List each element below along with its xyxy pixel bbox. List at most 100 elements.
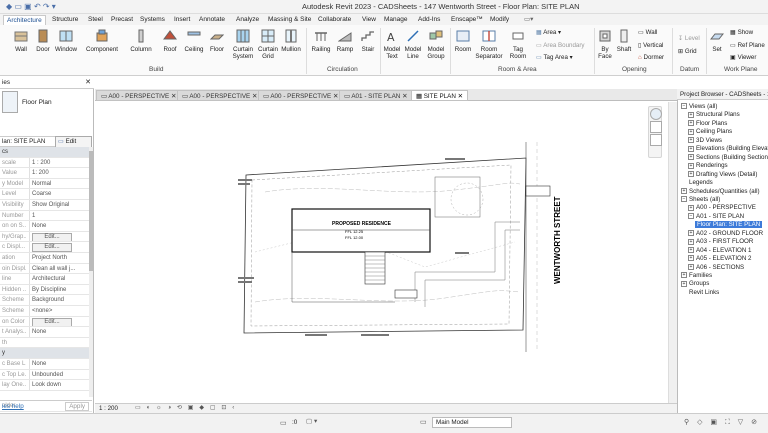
roof-button[interactable]: Roof <box>160 28 180 53</box>
model-group-button[interactable]: Model Group <box>424 28 448 60</box>
property-row[interactable]: Scheme ...Background <box>0 295 92 306</box>
tab-annotate[interactable]: Annotate <box>199 15 225 25</box>
property-value[interactable]: Edit... <box>29 316 91 327</box>
collapse-icon[interactable]: − <box>688 213 694 220</box>
property-value[interactable]: None <box>29 359 91 369</box>
browser-item[interactable]: Floor Plan: SITE PLAN <box>695 221 763 229</box>
property-value[interactable]: Architectural <box>29 274 91 284</box>
canvas-scrollbar[interactable] <box>668 102 677 403</box>
property-value[interactable]: Coarse <box>29 189 91 200</box>
component-button[interactable]: Component <box>83 28 121 53</box>
property-row[interactable]: lay One... Look down <box>0 380 92 391</box>
browser-item[interactable]: Revit Links <box>681 289 719 297</box>
expand-icon[interactable]: + <box>688 170 694 177</box>
property-row[interactable]: line Architectural <box>0 274 92 285</box>
viewer-button[interactable]: ▣ Viewer <box>730 54 756 61</box>
instance-selector-label[interactable]: lan: SITE PLAN <box>2 137 45 147</box>
expand-icon[interactable]: + <box>681 272 687 279</box>
property-row[interactable]: t Analys... None <box>0 327 92 338</box>
tab-systems[interactable]: Systems <box>140 15 165 25</box>
browser-item[interactable]: + A02 - GROUND FLOOR <box>688 230 763 238</box>
tab-a01-site-plan[interactable]: ▭ A01 - SITE PLAN ✕ <box>339 90 413 101</box>
property-value[interactable]: None <box>29 327 91 337</box>
expand-icon[interactable]: + <box>688 263 694 270</box>
expand-icon[interactable]: + <box>688 230 694 237</box>
zoom-icon[interactable] <box>650 121 662 133</box>
browser-item[interactable]: + A00 - PERSPECTIVE <box>688 204 756 212</box>
tab-a00-perspective-2[interactable]: ▭ A00 - PERSPECTIVE ✕ <box>177 90 263 101</box>
property-row[interactable]: y <box>0 348 92 359</box>
window-button[interactable]: Window <box>53 28 79 53</box>
property-row[interactable]: hy/Grap... Edit... <box>0 231 92 243</box>
ramp-button[interactable]: Ramp <box>335 28 355 53</box>
property-value[interactable]: <none> <box>29 306 91 316</box>
tag-room-button[interactable]: Tag Room <box>507 28 529 60</box>
contextual-dropdown-icon[interactable]: ▭▾ <box>524 15 533 25</box>
property-row[interactable]: oin Displ...Clean all wall j... <box>0 263 92 275</box>
property-value[interactable]: Normal <box>29 178 91 189</box>
property-row[interactable]: scale 1 : 200 <box>0 157 92 169</box>
quick-access-toolbar[interactable]: ◆ ▭ ▣ ↶ ↷ ▾ <box>6 2 56 11</box>
dormer-button[interactable]: ⌂ Dormer <box>638 54 664 61</box>
railing-button[interactable]: Railing <box>310 28 332 53</box>
tab-massing-site[interactable]: Massing & Site <box>268 15 311 25</box>
room-button[interactable]: Room <box>452 28 474 53</box>
tab-a00-perspective-3[interactable]: ▭ A00 - PERSPECTIVE ✕ <box>258 90 344 101</box>
column-button[interactable]: Column <box>128 28 154 53</box>
expand-icon[interactable]: + <box>688 111 694 118</box>
tab-modify[interactable]: Modify <box>490 15 509 25</box>
set-workplane-button[interactable]: Set <box>708 28 726 53</box>
browser-item[interactable]: + Schedules/Quantities (all) <box>681 188 760 196</box>
edit-button[interactable]: Edit... <box>32 243 72 253</box>
tab-structure[interactable]: Structure <box>52 15 78 25</box>
tab-collaborate[interactable]: Collaborate <box>318 15 351 25</box>
property-value[interactable]: Clean all wall j... <box>29 263 91 274</box>
browser-item[interactable]: + Families <box>681 272 712 280</box>
properties-scrollbar[interactable] <box>89 147 93 397</box>
property-row[interactable]: c Displ... Edit... <box>0 242 92 253</box>
property-row[interactable]: Value 1: 200 <box>0 168 92 179</box>
steering-wheel-icon[interactable] <box>650 108 662 120</box>
property-row[interactable]: Scheme <none> <box>0 306 92 317</box>
vertical-opening-button[interactable]: ▯ Vertical <box>638 42 663 49</box>
browser-item[interactable]: + A05 - ELEVATION 2 <box>688 255 751 263</box>
room-separator-button[interactable]: Room Separator <box>475 28 503 60</box>
browser-item[interactable]: + Floor Plans <box>688 120 727 128</box>
apply-button[interactable]: Apply <box>65 402 89 411</box>
tag-area-button[interactable]: ▭ Tag Area ▾ <box>536 54 573 61</box>
browser-item[interactable]: + A04 - ELEVATION 1 <box>688 247 751 255</box>
expand-icon[interactable]: + <box>688 154 694 161</box>
expand-icon[interactable]: + <box>688 162 694 169</box>
tab-enscape[interactable]: Enscape™ <box>451 15 483 25</box>
browser-item[interactable]: + Structural Plans <box>688 111 740 119</box>
property-row[interactable]: Visibility Show Original <box>0 200 92 211</box>
tab-add-ins[interactable]: Add-Ins <box>418 15 440 25</box>
area-button[interactable]: ▦ Area ▾ <box>536 29 561 36</box>
tab-architecture[interactable]: Architecture <box>3 15 46 25</box>
tab-site-plan[interactable]: ▦ SITE PLAN ✕ <box>411 90 468 101</box>
browser-item[interactable]: + Renderings <box>688 162 728 170</box>
browser-item[interactable]: − Views (all) <box>681 103 717 111</box>
browser-item[interactable]: + A03 - FIRST FLOOR <box>688 238 753 246</box>
edit-button[interactable]: Edit... <box>32 317 72 327</box>
expand-icon[interactable]: + <box>688 255 694 262</box>
workset-icon[interactable]: ▭ <box>280 419 287 427</box>
tab-steel[interactable]: Steel <box>88 15 103 25</box>
expand-icon[interactable]: + <box>688 247 694 253</box>
floor-button[interactable]: Floor <box>207 28 227 53</box>
property-value[interactable]: Show Original <box>29 200 91 210</box>
property-row[interactable]: on on S... None <box>0 221 92 232</box>
property-row[interactable]: th <box>0 338 92 349</box>
expand-icon[interactable]: + <box>688 145 694 152</box>
browser-item[interactable]: + Sections (Building Section) <box>688 154 768 162</box>
area-boundary-button[interactable]: ▭ Area Boundary <box>536 42 585 49</box>
property-row[interactable]: Hidden ... By Discipline <box>0 284 92 296</box>
zoom-region-icon[interactable] <box>650 134 662 146</box>
property-row[interactable]: Number 1 <box>0 210 92 222</box>
collapse-icon[interactable]: − <box>681 103 687 110</box>
grid-button[interactable]: ⊞ Grid <box>678 48 697 55</box>
ref-plane-button[interactable]: ▭ Ref Plane <box>730 42 765 49</box>
expand-icon[interactable]: + <box>688 120 694 127</box>
tab-analyze[interactable]: Analyze <box>236 15 259 25</box>
curtain-grid-button[interactable]: Curtain Grid <box>257 28 279 60</box>
